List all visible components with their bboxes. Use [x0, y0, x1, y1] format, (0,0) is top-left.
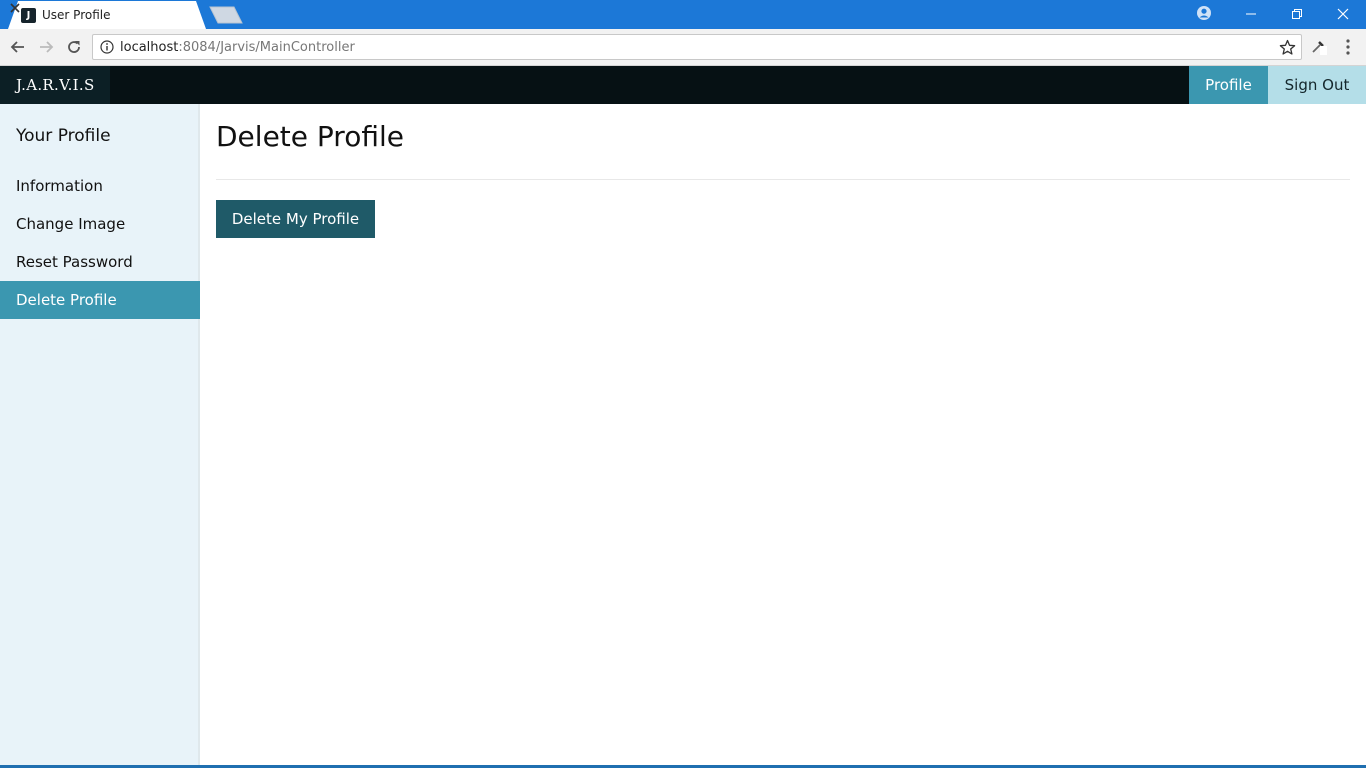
account-icon[interactable] [1196, 5, 1212, 21]
nav-sign-out-link[interactable]: Sign Out [1268, 66, 1366, 104]
eyedropper-extension-icon[interactable] [1310, 37, 1328, 55]
browser-menu-icon[interactable] [1340, 38, 1356, 56]
browser-title-bar: J User Profile [0, 0, 1366, 29]
sidebar-item-change-image[interactable]: Change Image [0, 205, 200, 243]
page-title: Delete Profile [216, 120, 404, 153]
favicon-icon: J [21, 8, 36, 23]
browser-tab-active[interactable]: J User Profile [8, 1, 206, 29]
address-bar[interactable]: localhost:8084/Jarvis/MainController [92, 34, 1302, 60]
minimize-icon [1246, 13, 1256, 15]
new-tab-button[interactable] [206, 6, 246, 24]
reload-icon[interactable] [64, 37, 84, 57]
close-icon [1337, 8, 1349, 20]
tab-title: User Profile [42, 8, 111, 22]
browser-toolbar: localhost:8084/Jarvis/MainController [0, 29, 1366, 66]
app-navbar: J.A.R.V.I.S Profile Sign Out [0, 66, 1366, 104]
sidebar-item-reset-password[interactable]: Reset Password [0, 243, 200, 281]
tab-close-icon[interactable] [8, 1, 22, 15]
sidebar-heading: Your Profile [16, 126, 111, 146]
delete-my-profile-button[interactable]: Delete My Profile [216, 200, 375, 238]
restore-icon [1292, 9, 1302, 19]
sidebar: Your Profile Information Change Image Re… [0, 104, 200, 768]
divider [216, 179, 1350, 180]
sidebar-item-delete-profile[interactable]: Delete Profile [0, 281, 200, 319]
url-text: localhost:8084/Jarvis/MainController [120, 40, 355, 55]
minimize-button[interactable] [1228, 0, 1274, 29]
forward-arrow-icon[interactable] [36, 37, 56, 57]
back-arrow-icon[interactable] [8, 37, 28, 57]
sidebar-item-information[interactable]: Information [0, 167, 200, 205]
nav-profile-link[interactable]: Profile [1189, 66, 1268, 104]
close-window-button[interactable] [1320, 0, 1366, 29]
bookmark-star-icon[interactable] [1279, 39, 1296, 56]
url-path: :8084/Jarvis/MainController [178, 40, 355, 55]
url-host: localhost [120, 40, 179, 55]
brand-logo[interactable]: J.A.R.V.I.S [0, 66, 110, 104]
restore-button[interactable] [1274, 0, 1320, 29]
info-icon[interactable] [100, 40, 114, 54]
